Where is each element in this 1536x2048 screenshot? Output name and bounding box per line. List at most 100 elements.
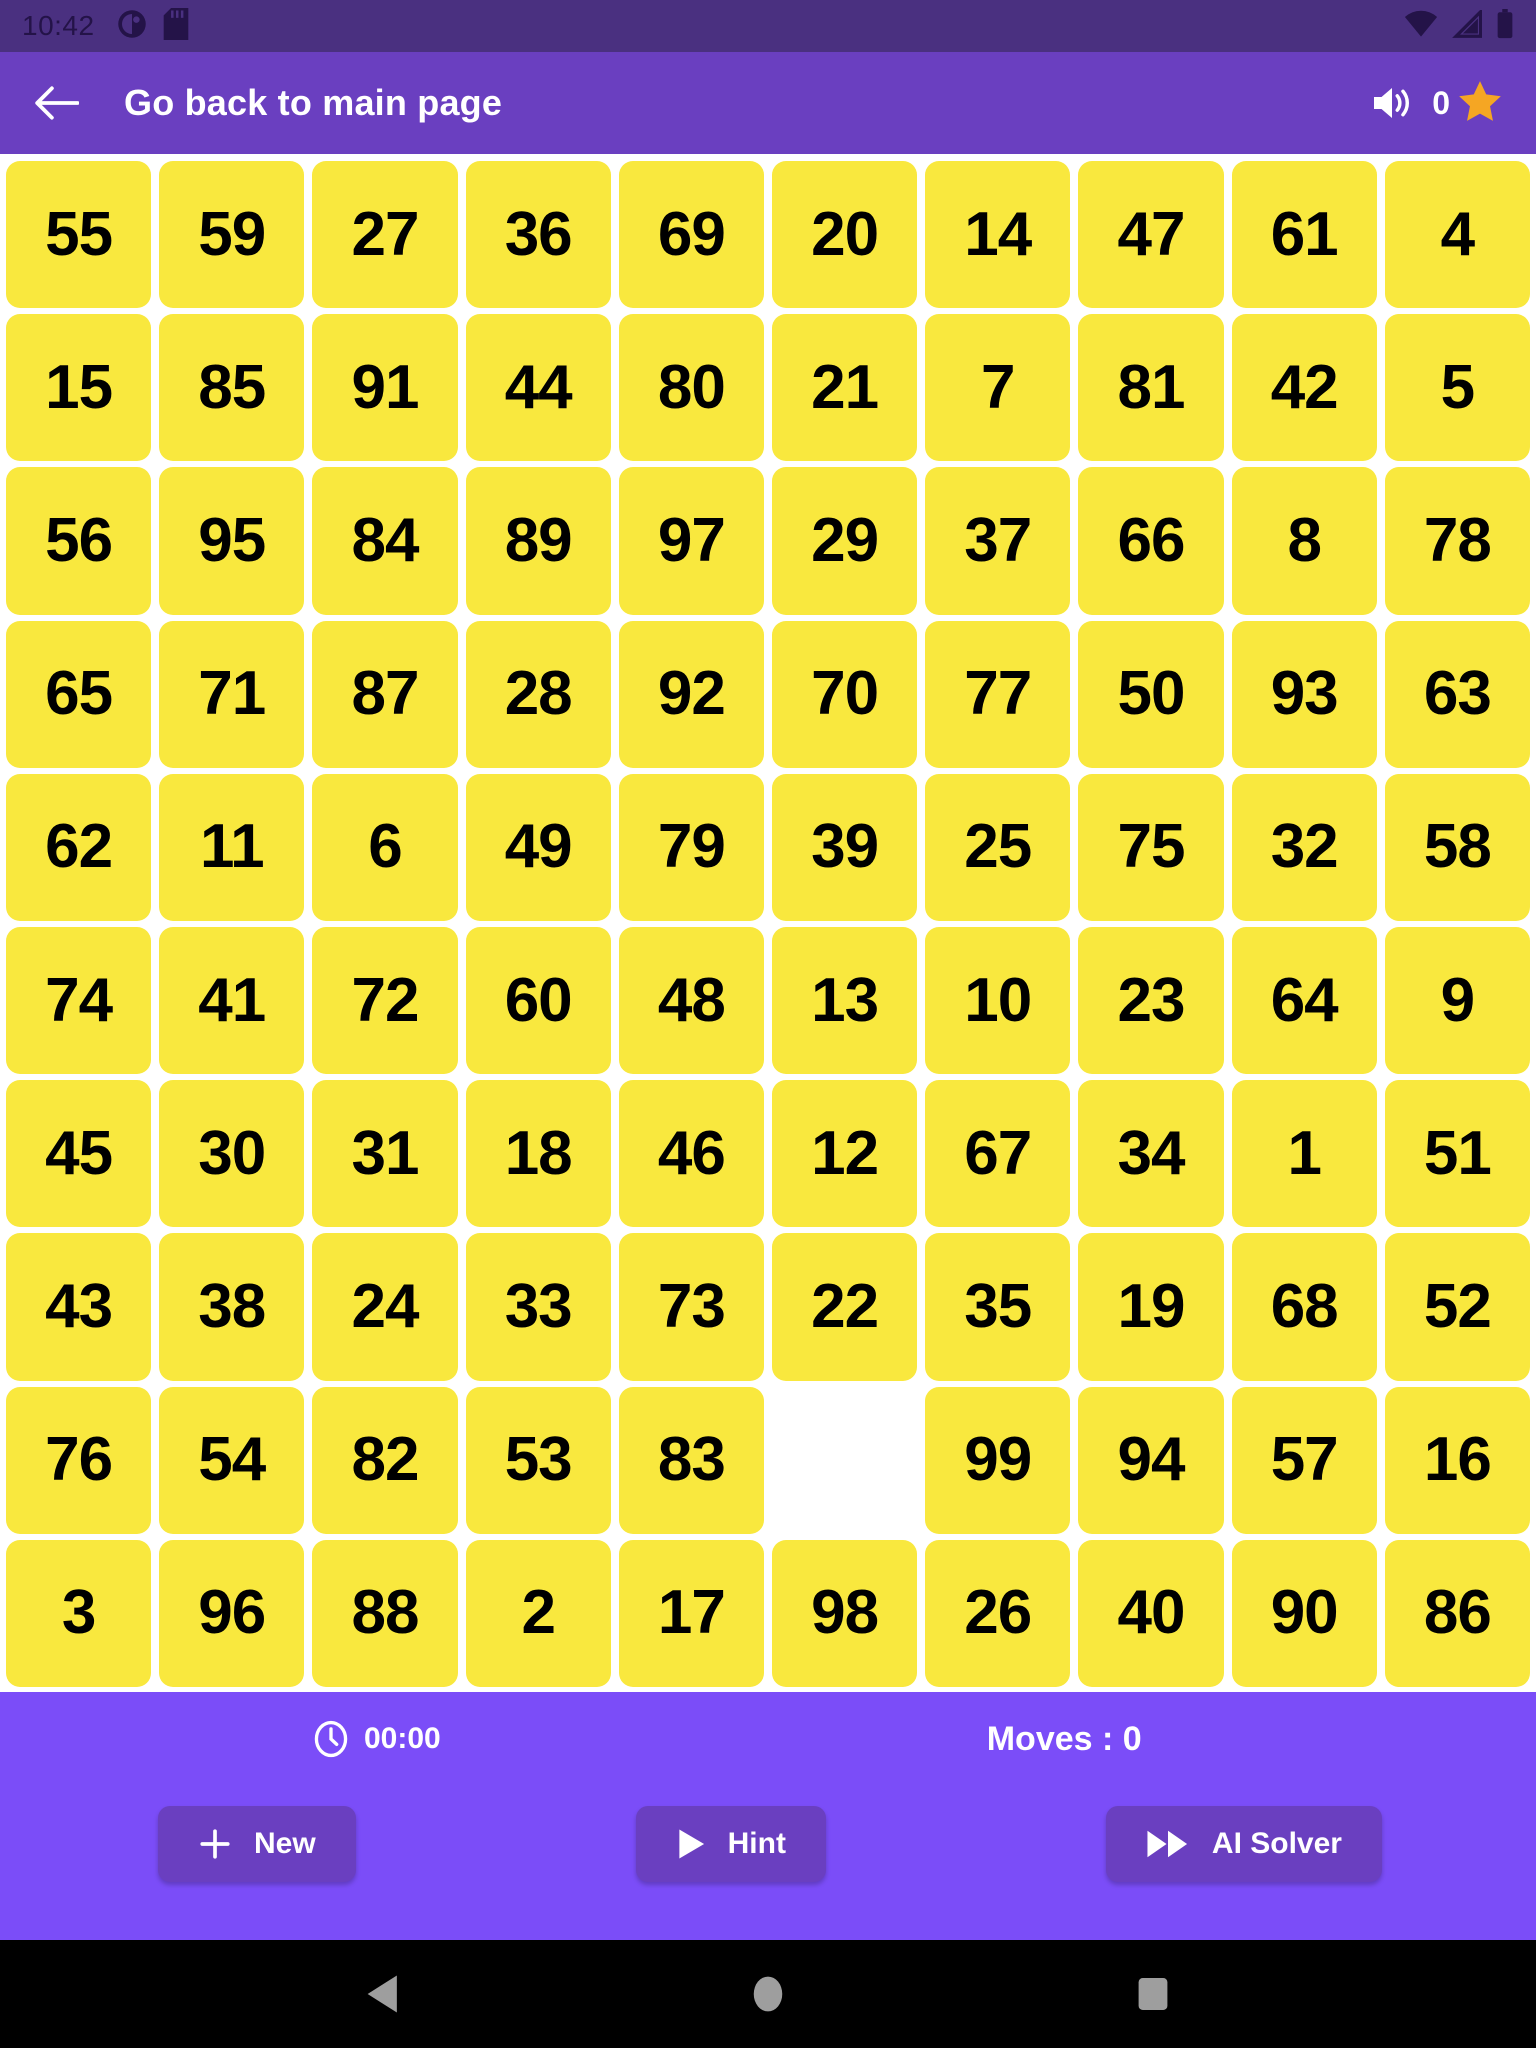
number-tile[interactable]: 49 (465, 773, 611, 921)
number-tile[interactable]: 10 (925, 926, 1071, 1075)
number-tile[interactable]: 99 (925, 1386, 1071, 1534)
number-tile[interactable]: 27 (312, 161, 458, 309)
number-tile[interactable]: 64 (1231, 926, 1377, 1075)
number-tile[interactable]: 72 (312, 926, 458, 1075)
number-tile[interactable]: 44 (465, 314, 611, 462)
number-tile[interactable]: 87 (312, 620, 458, 768)
number-tile[interactable]: 7 (925, 314, 1071, 462)
number-tile[interactable]: 53 (465, 1386, 611, 1534)
number-tile[interactable]: 30 (159, 1080, 305, 1228)
number-tile[interactable]: 26 (925, 1539, 1071, 1687)
number-tile[interactable]: 25 (925, 773, 1071, 921)
number-tile[interactable]: 59 (159, 161, 305, 309)
number-tile[interactable]: 61 (1231, 161, 1377, 309)
number-tile[interactable]: 92 (618, 620, 764, 768)
number-tile[interactable]: 12 (771, 1080, 918, 1228)
number-tile[interactable]: 68 (1231, 1233, 1377, 1381)
number-tile[interactable]: 75 (1078, 773, 1224, 921)
number-tile[interactable]: 33 (465, 1233, 611, 1381)
number-tile[interactable]: 55 (6, 161, 152, 309)
number-tile[interactable]: 65 (6, 620, 152, 768)
number-tile[interactable]: 79 (618, 773, 764, 921)
number-tile[interactable]: 82 (312, 1386, 458, 1534)
number-tile[interactable]: 71 (159, 620, 305, 768)
number-tile[interactable]: 54 (159, 1386, 305, 1534)
number-tile[interactable]: 20 (771, 161, 918, 309)
number-tile[interactable]: 91 (312, 314, 458, 462)
number-tile[interactable]: 56 (6, 467, 152, 615)
number-tile[interactable]: 11 (159, 773, 305, 921)
number-tile[interactable]: 83 (618, 1386, 764, 1534)
number-tile[interactable]: 28 (465, 620, 611, 768)
number-tile[interactable]: 97 (618, 467, 764, 615)
recents-square-icon[interactable] (1108, 1949, 1198, 2039)
number-tile[interactable]: 42 (1231, 314, 1377, 462)
number-tile[interactable]: 19 (1078, 1233, 1224, 1381)
number-tile[interactable]: 37 (925, 467, 1071, 615)
number-tile[interactable]: 76 (6, 1386, 152, 1534)
number-tile[interactable]: 29 (771, 467, 918, 615)
number-tile[interactable]: 43 (6, 1233, 152, 1381)
number-tile[interactable]: 57 (1231, 1386, 1377, 1534)
number-tile[interactable]: 84 (312, 467, 458, 615)
number-tile[interactable]: 73 (618, 1233, 764, 1381)
ai-solver-button[interactable]: AI Solver (1105, 1806, 1382, 1882)
number-tile[interactable]: 34 (1078, 1080, 1224, 1228)
number-tile[interactable]: 4 (1384, 161, 1530, 309)
number-tile[interactable]: 6 (312, 773, 458, 921)
number-tile[interactable]: 23 (1078, 926, 1224, 1075)
number-tile[interactable]: 77 (925, 620, 1071, 768)
back-arrow-icon[interactable] (34, 80, 80, 126)
number-tile[interactable]: 62 (6, 773, 152, 921)
number-tile[interactable]: 95 (159, 467, 305, 615)
number-tile[interactable]: 98 (771, 1539, 918, 1687)
number-tile[interactable]: 80 (618, 314, 764, 462)
number-tile[interactable]: 40 (1078, 1539, 1224, 1687)
number-tile[interactable]: 41 (159, 926, 305, 1075)
number-tile[interactable]: 17 (618, 1539, 764, 1687)
number-tile[interactable]: 36 (465, 161, 611, 309)
number-tile[interactable]: 94 (1078, 1386, 1224, 1534)
number-tile[interactable]: 66 (1078, 467, 1224, 615)
number-tile[interactable]: 78 (1384, 467, 1530, 615)
home-circle-icon[interactable] (723, 1949, 813, 2039)
number-tile[interactable]: 47 (1078, 161, 1224, 309)
number-tile[interactable]: 45 (6, 1080, 152, 1228)
number-tile[interactable]: 9 (1384, 926, 1530, 1075)
number-tile[interactable]: 86 (1384, 1539, 1530, 1687)
number-tile[interactable]: 74 (6, 926, 152, 1075)
number-tile[interactable]: 85 (159, 314, 305, 462)
number-tile[interactable]: 13 (771, 926, 918, 1075)
number-tile[interactable]: 21 (771, 314, 918, 462)
volume-up-icon[interactable] (1370, 81, 1414, 125)
number-tile[interactable]: 24 (312, 1233, 458, 1381)
number-tile[interactable]: 51 (1384, 1080, 1530, 1228)
number-tile[interactable]: 52 (1384, 1233, 1530, 1381)
number-tile[interactable]: 35 (925, 1233, 1071, 1381)
back-triangle-icon[interactable] (338, 1949, 428, 2039)
number-tile[interactable]: 96 (159, 1539, 305, 1687)
number-tile[interactable]: 88 (312, 1539, 458, 1687)
new-game-button[interactable]: New (158, 1806, 356, 1882)
number-tile[interactable]: 70 (771, 620, 918, 768)
number-tile[interactable]: 2 (465, 1539, 611, 1687)
number-tile[interactable]: 90 (1231, 1539, 1377, 1687)
number-tile[interactable]: 15 (6, 314, 152, 462)
number-tile[interactable]: 39 (771, 773, 918, 921)
number-tile[interactable]: 50 (1078, 620, 1224, 768)
hint-button[interactable]: Hint (635, 1806, 826, 1882)
number-tile[interactable]: 5 (1384, 314, 1530, 462)
number-tile[interactable]: 1 (1231, 1080, 1377, 1228)
number-tile[interactable]: 81 (1078, 314, 1224, 462)
number-tile[interactable]: 60 (465, 926, 611, 1075)
number-tile[interactable]: 22 (771, 1233, 918, 1381)
number-tile[interactable]: 32 (1231, 773, 1377, 921)
number-tile[interactable]: 93 (1231, 620, 1377, 768)
number-tile[interactable]: 69 (618, 161, 764, 309)
number-tile[interactable]: 46 (618, 1080, 764, 1228)
number-tile[interactable]: 8 (1231, 467, 1377, 615)
number-tile[interactable]: 16 (1384, 1386, 1530, 1534)
number-tile[interactable]: 48 (618, 926, 764, 1075)
number-tile[interactable]: 14 (925, 161, 1071, 309)
number-tile[interactable]: 67 (925, 1080, 1071, 1228)
